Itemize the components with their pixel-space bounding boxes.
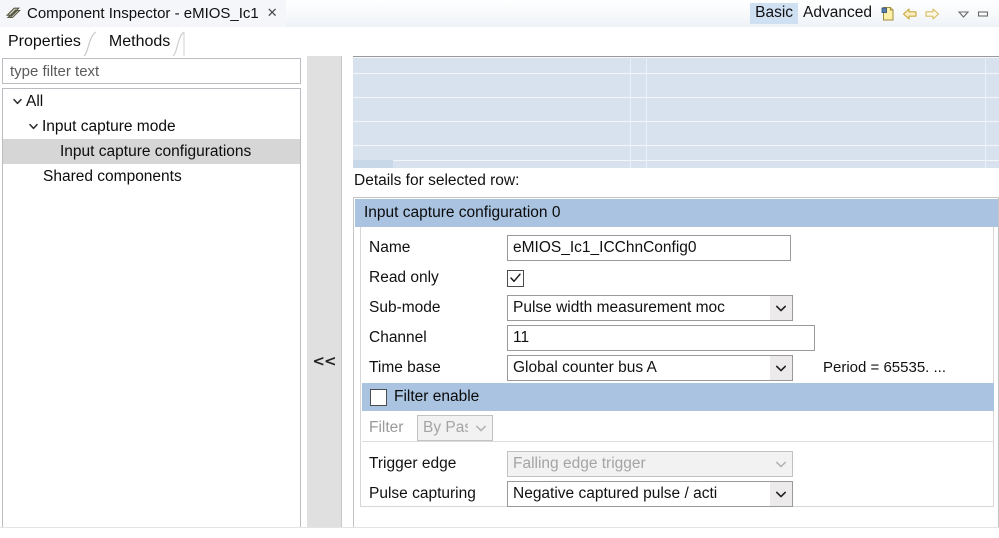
name-label: Name xyxy=(369,239,507,257)
forward-arrow-icon[interactable] xyxy=(921,4,943,24)
tree-item-all-label: All xyxy=(26,93,47,111)
table-column-divider xyxy=(630,57,631,168)
channel-label: Channel xyxy=(369,329,507,347)
table-row[interactable] xyxy=(353,57,999,58)
right-pane: Details for selected row: Input capture … xyxy=(344,54,999,538)
tree-item-input-capture-mode-label: Input capture mode xyxy=(42,118,180,136)
time-base-dropdown[interactable]: Global counter bus A xyxy=(507,355,793,381)
details-form: Name Read only Sub-mode Pul xyxy=(360,227,994,507)
component-inspector-view: Component Inspector - eMIOS_Ic1 ✕ Basic … xyxy=(0,0,999,538)
tree-item-input-capture-mode[interactable]: Input capture mode xyxy=(3,114,300,139)
tabstrip: Properties Methods xyxy=(0,27,999,54)
trigger-edge-dropdown: Falling edge trigger xyxy=(507,451,793,477)
status-strip xyxy=(0,527,999,538)
filter-enable-label: Filter enable xyxy=(394,388,479,406)
filter-label: Filter xyxy=(369,419,417,437)
table-column-divider xyxy=(646,57,647,168)
tab-methods-label: Methods xyxy=(109,33,170,50)
back-arrow-icon[interactable] xyxy=(899,4,921,24)
table-row[interactable] xyxy=(353,145,999,146)
table-row[interactable] xyxy=(353,160,999,161)
component-stack-icon xyxy=(5,6,23,22)
table-horizontal-scrollbar[interactable] xyxy=(353,160,393,168)
tree-item-shared-components[interactable]: Shared components xyxy=(3,164,300,189)
name-field[interactable] xyxy=(507,235,791,261)
maximize-icon[interactable] xyxy=(973,4,993,24)
tree-item-shared-components-label: Shared components xyxy=(43,168,186,186)
collapse-sash[interactable]: << xyxy=(306,56,342,538)
pulse-capturing-value: Negative captured pulse / acti xyxy=(513,485,717,503)
tab-divider-icon-2 xyxy=(171,31,189,58)
chevron-down-icon[interactable] xyxy=(9,89,26,114)
details-group-title: Input capture configuration 0 xyxy=(355,199,999,227)
filter-enable-row[interactable]: Filter enable xyxy=(362,383,994,411)
tree-item-input-capture-configurations-label: Input capture configurations xyxy=(60,143,255,161)
tab-divider-icon xyxy=(82,31,100,58)
component-tree: All Input capture mode Input capture con… xyxy=(2,88,301,534)
form-divider xyxy=(362,441,994,442)
table-row[interactable] xyxy=(353,73,999,74)
time-base-value: Global counter bus A xyxy=(513,359,657,377)
view-menu-icon[interactable] xyxy=(953,4,973,24)
filter-textbox[interactable] xyxy=(2,58,301,84)
sub-mode-value: Pulse width measurement moc xyxy=(513,299,725,317)
table-column-divider xyxy=(985,57,986,168)
left-pane: All Input capture mode Input capture con… xyxy=(0,56,305,538)
sub-mode-dropdown[interactable]: Pulse width measurement moc xyxy=(507,295,793,321)
chevron-down-icon-2[interactable] xyxy=(25,114,42,139)
trigger-edge-label: Trigger edge xyxy=(369,455,507,473)
trigger-edge-value: Falling edge trigger xyxy=(513,455,646,473)
view-titlebar: Component Inspector - eMIOS_Ic1 ✕ Basic … xyxy=(0,0,999,27)
mode-advanced-button[interactable]: Advanced xyxy=(798,3,877,24)
table-row[interactable] xyxy=(353,97,999,98)
titlebar-actions: Basic Advanced xyxy=(750,0,999,27)
view-title-tab[interactable]: Component Inspector - eMIOS_Ic1 ✕ xyxy=(0,0,286,27)
tab-methods[interactable]: Methods xyxy=(101,31,180,54)
check-icon xyxy=(509,272,522,284)
tab-properties[interactable]: Properties xyxy=(0,31,91,54)
period-note: Period = 65535. ... xyxy=(823,359,946,376)
pulse-capturing-dropdown[interactable]: Negative captured pulse / acti xyxy=(507,481,793,507)
configurations-table[interactable] xyxy=(353,56,999,168)
tree-item-input-capture-configurations[interactable]: Input capture configurations xyxy=(3,139,300,164)
filter-enable-checkbox[interactable] xyxy=(370,389,387,406)
view-title: Component Inspector - eMIOS_Ic1 xyxy=(27,5,259,22)
pulse-capturing-label: Pulse capturing xyxy=(369,485,507,503)
chevron-down-icon xyxy=(470,416,492,440)
chevron-down-icon[interactable] xyxy=(770,296,792,320)
chevron-down-icon[interactable] xyxy=(770,356,792,380)
table-row[interactable] xyxy=(353,121,999,122)
tab-properties-label: Properties xyxy=(8,33,81,50)
read-only-label: Read only xyxy=(369,269,507,287)
new-note-icon[interactable] xyxy=(877,4,899,24)
filter-dropdown: By Pass xyxy=(417,415,493,441)
filter-value: By Pass xyxy=(423,419,468,437)
details-caption: Details for selected row: xyxy=(354,172,519,190)
close-icon[interactable]: ✕ xyxy=(267,7,278,20)
sub-mode-label: Sub-mode xyxy=(369,299,507,317)
time-base-label: Time base xyxy=(369,359,507,377)
mode-basic-button[interactable]: Basic xyxy=(750,3,798,24)
filter-input[interactable] xyxy=(8,62,295,81)
tree-item-all[interactable]: All xyxy=(3,89,300,114)
chevron-down-icon xyxy=(770,452,792,476)
details-panel: Input capture configuration 0 Name Read … xyxy=(353,197,999,536)
read-only-checkbox[interactable] xyxy=(507,270,524,287)
collapse-sash-label: << xyxy=(307,352,341,370)
channel-field[interactable] xyxy=(507,325,815,351)
chevron-down-icon[interactable] xyxy=(770,482,792,506)
